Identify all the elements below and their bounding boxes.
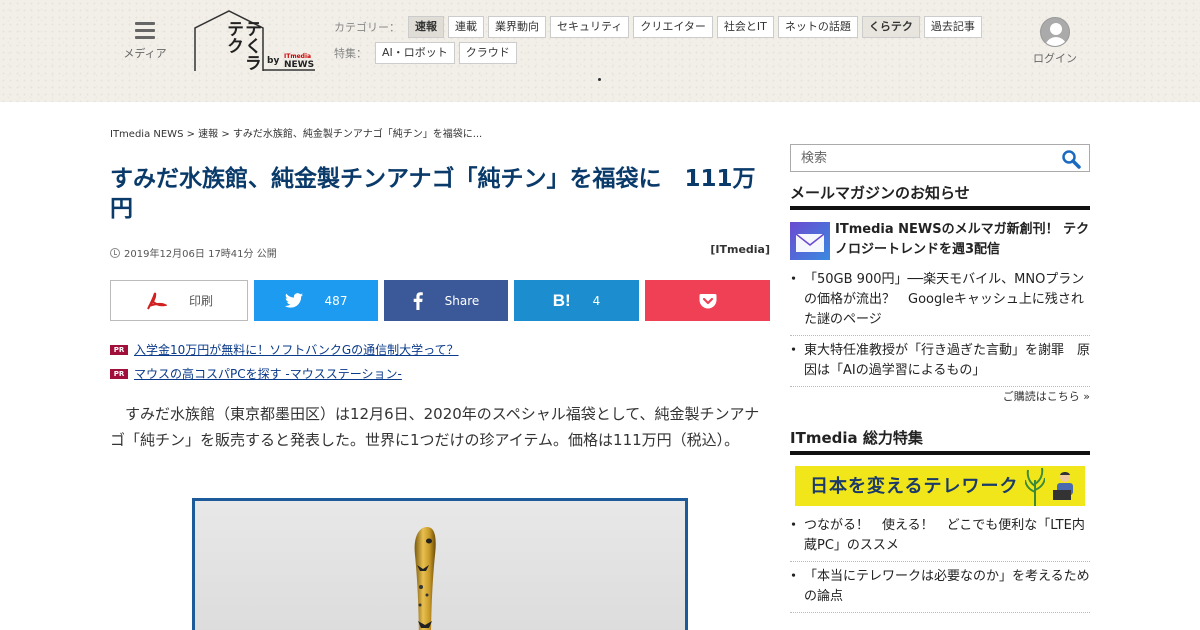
hatena-b-icon: B!	[552, 290, 571, 310]
person-at-laptop-icon	[1053, 472, 1073, 500]
publish-date: 2019年12月06日 17時41分 公開	[124, 249, 277, 260]
hamburger-icon	[135, 22, 155, 40]
nav-item-ai-robot[interactable]: AI・ロボット	[375, 42, 455, 64]
login-label: ログイン	[1033, 52, 1077, 65]
feature-label: 特集：	[334, 47, 367, 60]
nav-item-rensai[interactable]: 連載	[448, 16, 484, 38]
hatena-bookmark-count: 4	[592, 293, 601, 308]
feature-heading: ITmedia 総力特集	[790, 427, 1090, 455]
pocket-save-button[interactable]	[645, 280, 770, 321]
search-box	[790, 144, 1090, 172]
newsletter-feature-text: ITmedia NEWSのメルマガ新創刊！ テクノロジートレンドを週3配信	[835, 222, 1090, 257]
media-menu-button[interactable]: メディア	[122, 22, 168, 61]
pr-link-row: PR 入学金10万円が無料に！ソフトバンクGの通信制大学って？	[110, 341, 459, 358]
twitter-share-count: 487	[324, 293, 348, 308]
logo-news: ITmedia NEWS	[284, 53, 315, 70]
search-input[interactable]	[791, 145, 1051, 171]
plant-icon	[1025, 467, 1045, 506]
envelope-icon	[790, 222, 830, 260]
nav-item-gyokai[interactable]: 業界動向	[488, 16, 546, 38]
facebook-f-icon	[413, 291, 423, 310]
search-icon[interactable]	[1061, 149, 1081, 169]
nav-item-security[interactable]: セキュリティ	[550, 16, 630, 38]
acrobat-pdf-icon	[145, 291, 167, 311]
subscribe-link[interactable]: ご購読はこちら »	[790, 388, 1090, 404]
pr-badge: PR	[110, 345, 128, 355]
feature-list: つながる！ 使える！ どこでも便利な「LTE内蔵PC」のススメ 「本当にテレワー…	[787, 516, 1090, 618]
share-buttons: 印刷 487 Share B! 4	[110, 280, 770, 322]
pocket-icon	[699, 293, 717, 309]
pr-link-softbank[interactable]: 入学金10万円が無料に！ソフトバンクGの通信制大学って？	[134, 343, 459, 357]
article-photo[interactable]	[192, 498, 688, 630]
list-item[interactable]: つながる！ 使える！ どこでも便利な「LTE内蔵PC」のススメ	[787, 516, 1090, 562]
breadcrumb[interactable]: ITmedia NEWS > 速報 > すみだ水族館、純金製チンアナゴ「純チン」…	[110, 125, 482, 140]
list-item[interactable]: 「本当にテレワークは必要なのか」を考えるための論点	[787, 567, 1090, 613]
nav-item-cloud[interactable]: クラウド	[458, 42, 517, 64]
site-header: メディア テくラテク by ITmedia NEWS カテゴリー： 速報 連載 業…	[0, 0, 1200, 102]
nav-item-creator[interactable]: クリエイター	[633, 16, 713, 38]
pr-link-mouse[interactable]: マウスの高コスパPCを探す -マウスステーション-	[134, 367, 402, 381]
telework-banner-text: 日本を変えるテレワーク	[810, 476, 1019, 497]
facebook-share-button[interactable]: Share	[384, 280, 508, 321]
media-menu-label: メディア	[123, 47, 167, 60]
nav-item-society-it[interactable]: 社会とIT	[716, 16, 774, 38]
list-item[interactable]: 東大特任准教授が「行き過ぎた言動」を謝罪 原因は「AIの過学習によるもの」	[787, 341, 1090, 387]
list-item[interactable]: 「50GB 900円」──楽天モバイル、MNOプランの価格が流出？ Google…	[787, 270, 1090, 336]
nav-item-kuratech[interactable]: くらテク	[861, 16, 920, 38]
print-button[interactable]: 印刷	[110, 280, 248, 321]
newsletter-heading: メールマガジンのお知らせ	[790, 182, 1090, 210]
clock-icon	[110, 248, 120, 258]
logo-by: by	[267, 56, 280, 66]
article-body: すみだ水族館（東京都墨田区）は12月6日、2020年のスペシャル福袋として、純金…	[110, 405, 760, 449]
category-nav: カテゴリー： 速報 連載 業界動向 セキュリティ クリエイター 社会とIT ネッ…	[334, 16, 986, 38]
logo-text: テくラテク	[223, 20, 261, 71]
category-label: カテゴリー：	[334, 21, 400, 34]
nav-item-archive[interactable]: 過去記事	[923, 16, 982, 38]
feature-nav: 特集： AI・ロボット クラウド	[334, 42, 521, 64]
pr-link-row: PR マウスの高コスパPCを探す -マウスステーション-	[110, 365, 402, 382]
nav-item-net-topics[interactable]: ネットの話題	[777, 16, 858, 38]
decorative-dot	[598, 78, 601, 81]
newsletter-list: 「50GB 900円」──楽天モバイル、MNOプランの価格が流出？ Google…	[787, 270, 1090, 392]
user-avatar-icon	[1040, 17, 1070, 47]
facebook-share-label: Share	[444, 293, 480, 308]
telework-banner[interactable]: 日本を変えるテレワーク	[795, 466, 1085, 506]
article-source: [ITmedia]	[710, 243, 770, 256]
twitter-bird-icon	[284, 293, 303, 308]
login-button[interactable]: ログイン	[1030, 17, 1080, 66]
print-label: 印刷	[188, 294, 213, 308]
nav-item-sokuho[interactable]: 速報	[408, 16, 444, 38]
pr-badge: PR	[110, 369, 128, 379]
gold-garden-eel-image	[414, 527, 436, 630]
hatena-bookmark-button[interactable]: B! 4	[514, 280, 639, 321]
article-meta: 2019年12月06日 17時41分 公開 [ITmedia]	[110, 243, 770, 260]
twitter-share-button[interactable]: 487	[254, 280, 378, 321]
article-title: すみだ水族館、純金製チンアナゴ「純チン」を福袋に 111万円	[110, 166, 756, 222]
site-logo[interactable]: テくラテク by ITmedia NEWS	[194, 10, 316, 72]
